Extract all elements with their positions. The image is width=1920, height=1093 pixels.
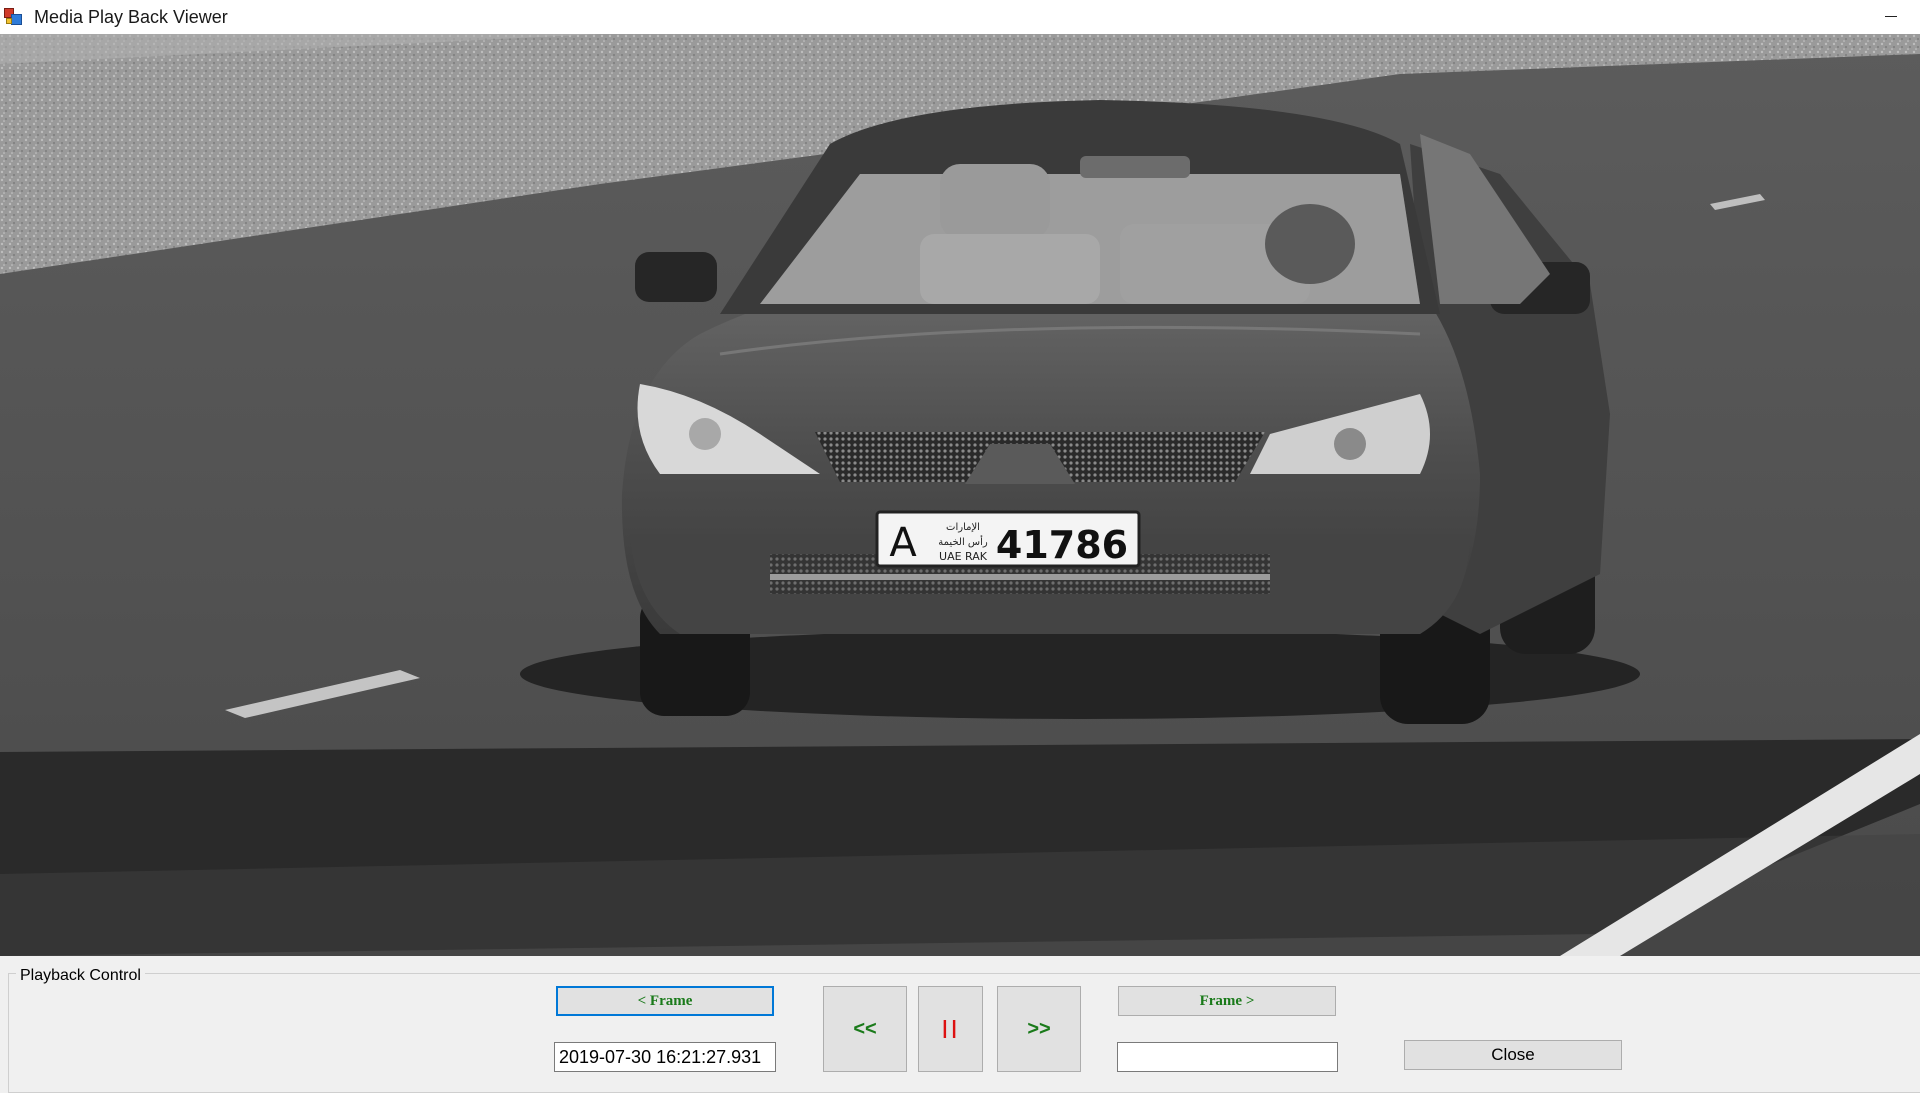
timestamp-field[interactable] bbox=[554, 1042, 776, 1072]
next-frame-button[interactable]: Frame > bbox=[1118, 986, 1336, 1016]
title-bar: Media Play Back Viewer bbox=[0, 0, 1920, 34]
previous-frame-button[interactable]: < Frame bbox=[556, 986, 774, 1016]
license-plate: A الإمارات رأس الخيمة UAE RAK 41786 bbox=[875, 510, 1141, 568]
plate-number: 41786 bbox=[996, 523, 1128, 567]
video-frame: A الإمارات رأس الخيمة UAE RAK 41786 bbox=[0, 34, 1920, 956]
media-app-icon bbox=[4, 8, 22, 26]
close-button[interactable]: Close bbox=[1404, 1040, 1622, 1070]
secondary-field[interactable] bbox=[1117, 1042, 1338, 1072]
playback-group-label: Playback Control bbox=[16, 967, 145, 985]
plate-line-2: رأس الخيمة bbox=[938, 535, 988, 548]
video-image: A الإمارات رأس الخيمة UAE RAK 41786 bbox=[0, 34, 1920, 956]
plate-line-1: الإمارات bbox=[946, 522, 980, 533]
minimize-button[interactable] bbox=[1862, 0, 1920, 34]
plate-letter: A bbox=[889, 520, 917, 566]
plate-line-3: UAE RAK bbox=[939, 550, 988, 563]
rewind-button[interactable]: << bbox=[823, 986, 907, 1072]
fast-forward-button[interactable]: >> bbox=[997, 986, 1081, 1072]
pause-button[interactable]: II bbox=[918, 986, 983, 1072]
window-title: Media Play Back Viewer bbox=[34, 7, 228, 27]
